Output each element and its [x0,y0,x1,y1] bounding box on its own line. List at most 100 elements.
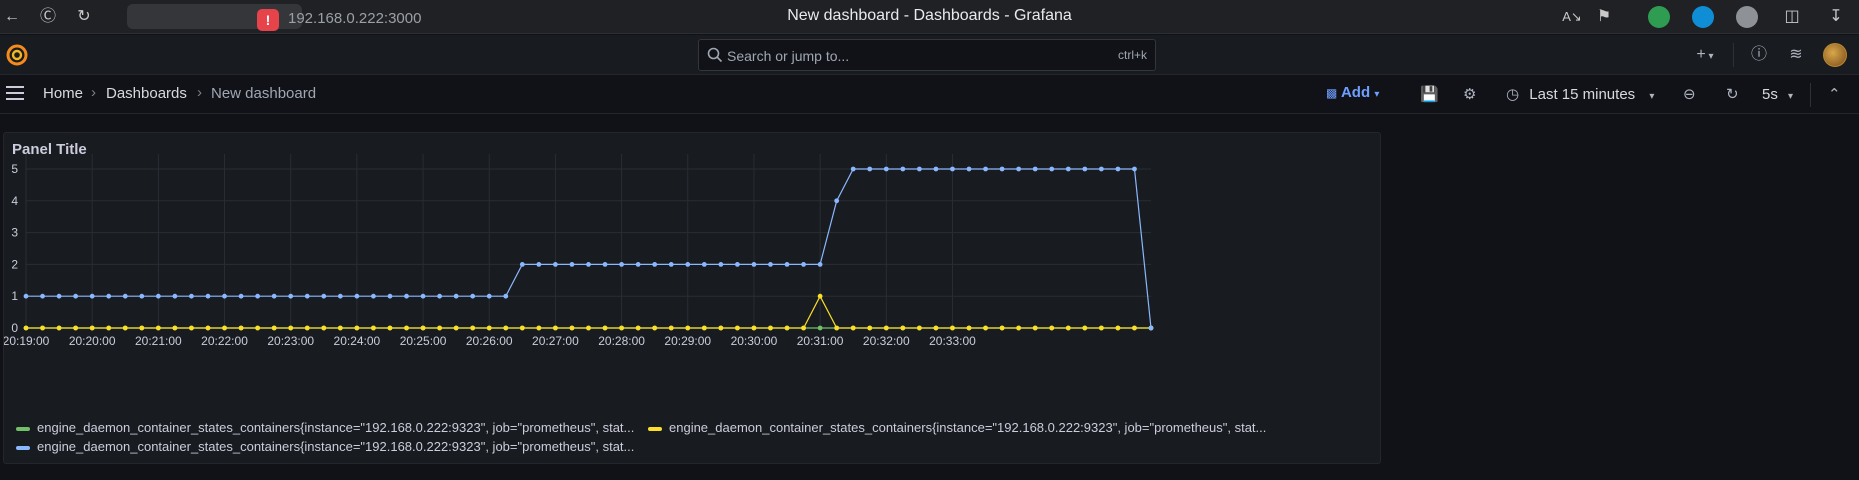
x-tick-label: 20:19:00 [4,334,50,348]
bookmark-icon[interactable]: ⚑ [1592,5,1616,29]
data-point [850,166,856,172]
plus-icon: + [1696,46,1706,63]
x-tick-label: 20:32:00 [863,334,910,348]
x-tick-label: 20:21:00 [135,334,182,348]
data-point [519,325,525,331]
breadcrumb-current: New dashboard [211,85,317,102]
breadcrumb-home[interactable]: Home [43,85,83,102]
zoom-out-icon[interactable]: ⊖ [1683,84,1696,106]
data-point [1032,325,1038,331]
data-point [768,325,773,331]
data-point [1098,166,1104,172]
data-point [751,262,757,267]
legend-item-blue[interactable]: engine_daemon_container_states_container… [16,439,634,454]
data-point [106,325,112,331]
data-point [668,325,674,331]
chevron-right-icon: › [197,84,202,101]
data-point [321,293,327,299]
data-point [916,325,922,331]
data-point [337,293,343,299]
data-point [685,262,691,267]
data-point [172,293,178,299]
data-point [1115,325,1121,331]
translate-icon[interactable]: A↘ [1560,5,1584,29]
data-point [40,293,45,299]
legend-item-yellow[interactable]: engine_daemon_container_states_container… [648,420,1266,435]
new-menu-button[interactable]: + ▾ [1690,44,1720,66]
x-tick-label: 20:22:00 [201,334,248,348]
data-point [387,293,393,299]
data-point [751,325,757,331]
search-placeholder: Search or jump to... [727,48,850,64]
refresh-interval-label: 5s [1762,86,1778,103]
data-point [652,262,658,267]
data-point [950,166,955,172]
data-point [321,325,327,331]
x-tick-label: 20:20:00 [69,334,116,348]
time-series-chart[interactable]: 0 1 2 3 4 5 20:19:00 20:20:00 20:21:00 20:22:00 20… [4,133,1382,465]
extensions-icon[interactable]: ◫ [1780,5,1804,29]
data-point [701,262,707,267]
legend-item-green[interactable]: engine_daemon_container_states_container… [16,420,634,435]
y-tick-label: 4 [11,194,18,208]
legend-label: engine_daemon_container_states_container… [37,420,635,435]
vpn-extension-icon[interactable] [1692,6,1714,28]
data-point [718,325,724,331]
collapse-chevron-up-icon[interactable]: ⌃ [1828,84,1841,106]
refresh-icon[interactable]: ↻ [1726,84,1739,106]
data-point [470,293,476,299]
data-point [1065,325,1071,331]
data-point [189,293,194,299]
data-point [718,262,724,267]
save-icon[interactable]: 💾 [1420,84,1439,106]
news-feed-icon[interactable]: ≋ [1785,44,1807,66]
data-point [602,262,608,267]
data-point [817,325,823,331]
legend-label: engine_daemon_container_states_container… [669,420,1267,435]
data-point [1082,325,1088,331]
data-point [139,293,145,299]
breadcrumb-dashboards[interactable]: Dashboards [106,85,187,102]
y-tick-label: 0 [11,321,18,335]
data-point [404,325,409,331]
data-point [536,262,542,267]
legend-swatch [16,445,30,450]
data-point [304,293,310,299]
legend-swatch [648,426,662,431]
chevron-right-icon: › [91,84,96,101]
data-point [304,325,310,331]
data-point [983,166,988,172]
graph-panel[interactable]: Panel Title 0 1 2 3 4 5 20:19:00 20:20:00 20:21:… [3,132,1381,464]
data-point [122,293,128,299]
x-tick-label: 20:24:00 [334,334,381,348]
globe-icon[interactable] [1736,6,1758,28]
data-point [602,325,608,331]
data-point [155,293,161,299]
data-point [900,166,906,172]
refresh-interval-picker[interactable]: 5s ▾ [1762,84,1793,106]
x-tick-label: 20:33:00 [929,334,976,348]
download-icon[interactable]: ↧ [1824,5,1848,29]
add-button[interactable]: ▩ Add ▾ [1326,84,1379,106]
data-point [900,325,906,331]
data-point [916,166,922,172]
chevron-down-icon: ▾ [1649,91,1655,102]
data-point [999,166,1005,172]
legend-label: engine_daemon_container_states_container… [37,439,635,454]
menu-icon[interactable] [6,86,24,100]
data-point [354,293,360,299]
help-icon[interactable]: ⓘ [1748,44,1770,66]
data-point [354,325,360,331]
settings-gear-icon[interactable]: ⚙ [1463,84,1476,106]
search-bar[interactable]: Search or jump to... ctrl+k [698,39,1156,71]
avatar[interactable] [1823,43,1847,67]
shield-extension-icon[interactable] [1648,6,1670,28]
x-tick-label: 20:29:00 [664,334,711,348]
time-range-picker[interactable]: ◷ Last 15 minutes ▾ [1506,84,1654,106]
data-point [635,262,641,267]
divider [1733,43,1734,67]
data-point [867,166,873,172]
data-point [288,293,294,299]
data-point [89,293,95,299]
grafana-logo-icon[interactable] [6,44,28,66]
